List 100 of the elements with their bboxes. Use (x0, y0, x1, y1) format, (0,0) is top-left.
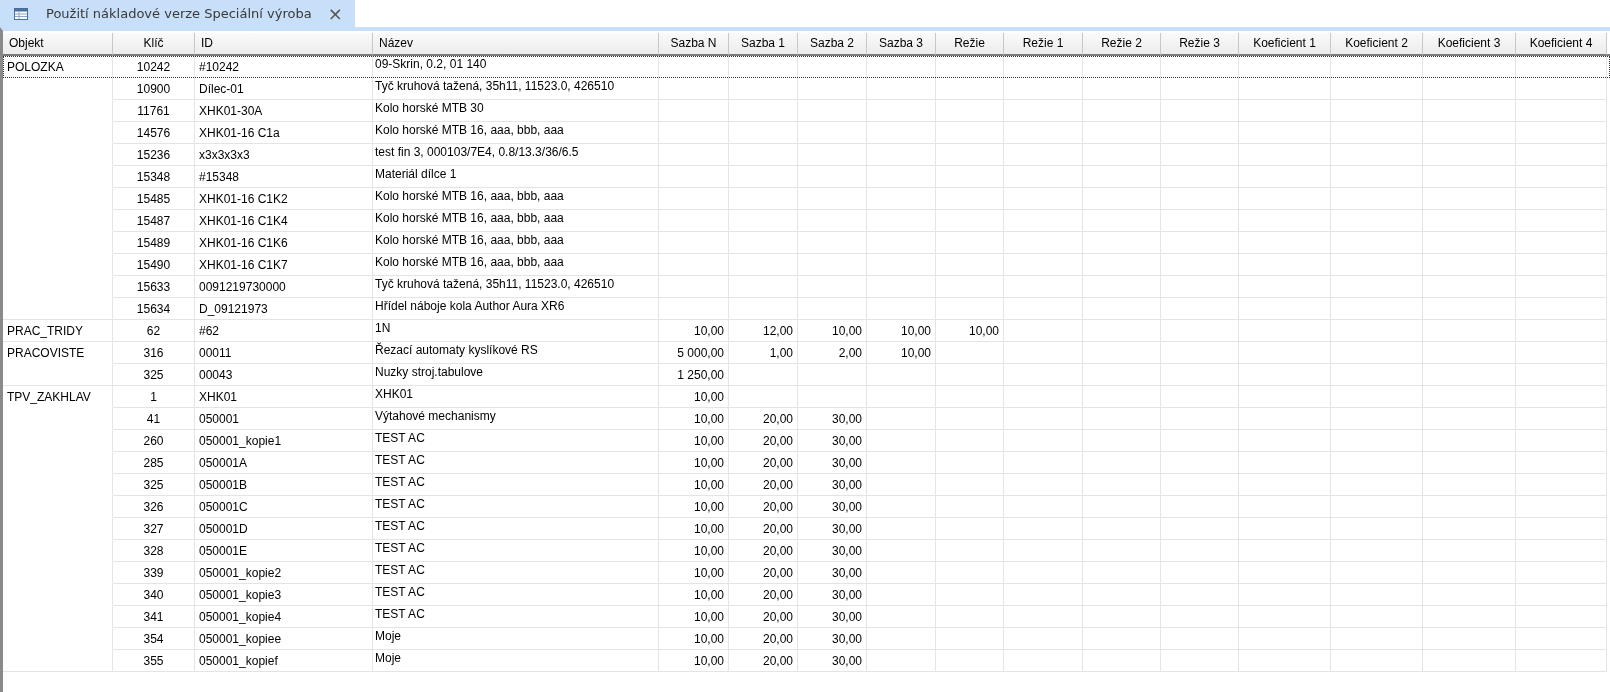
empty-cell (936, 584, 1004, 606)
empty-cell (936, 540, 1004, 562)
table-cell: 325 (113, 364, 195, 386)
table-cell: 316 (113, 342, 195, 364)
table-row[interactable]: 15485 XHK01-16 C1K2 Kolo horské MTB 16, aaa, bbb, aaa (3, 188, 1610, 210)
column-header[interactable]: Sazba 1 (729, 33, 798, 56)
empty-cell (936, 386, 1004, 408)
empty-cell (729, 386, 798, 408)
table-cell: 10,00 (659, 408, 729, 430)
column-header[interactable]: Koeficient 4 (1516, 33, 1607, 56)
table-row[interactable]: 15348 #15348 Materiál dílce 1 (3, 166, 1610, 188)
column-header[interactable]: Název (373, 33, 659, 56)
table-row[interactable]: 328 050001E TEST AC 10,00 20,00 30,00 (3, 540, 1610, 562)
column-header[interactable]: Koeficient 2 (1331, 33, 1423, 56)
table-cell: Kolo horské MTB 16, aaa, bbb, aaa (373, 188, 659, 210)
table-cell: XHK01 (373, 386, 659, 408)
table-row[interactable]: 15490 XHK01-16 C1K7 Kolo horské MTB 16, aaa, bbb, aaa (3, 254, 1610, 276)
table-cell: 285 (113, 452, 195, 474)
table-cell: 339 (113, 562, 195, 584)
table-cell: 050001 (195, 408, 373, 430)
column-header[interactable]: Režie 3 (1161, 33, 1239, 56)
table-cell: 20,00 (729, 474, 798, 496)
table-row[interactable]: TPV_ZAKHLAV 1 XHK01 XHK01 10,00 (3, 386, 1610, 408)
table-cell: 15236 (113, 144, 195, 166)
column-header[interactable]: Režie 1 (1004, 33, 1083, 56)
table-row[interactable]: 15489 XHK01-16 C1K6 Kolo horské MTB 16, aaa, bbb, aaa (3, 232, 1610, 254)
close-button[interactable]: × (325, 4, 345, 23)
table-cell: 09-Skrin, 0.2, 01 140 (373, 56, 659, 78)
empty-cell (936, 518, 1004, 540)
table-row[interactable]: 340 050001_kopie3 TEST AC 10,00 20,00 30,00 (3, 584, 1610, 606)
table-cell: 30,00 (798, 474, 867, 496)
table-row[interactable]: 339 050001_kopie2 TEST AC 10,00 20,00 30,00 (3, 562, 1610, 584)
table-row[interactable]: 325 00043 Nuzky stroj.tabulove 1 250,00 (3, 364, 1610, 386)
empty-cell (867, 232, 936, 254)
empty-cell (936, 496, 1004, 518)
table-row[interactable]: 260 050001_kopie1 TEST AC 10,00 20,00 30,00 (3, 430, 1610, 452)
table-row[interactable]: 354 050001_kopiee Moje 10,00 20,00 30,00 (3, 628, 1610, 650)
table-cell: 050001_kopie1 (195, 430, 373, 452)
table-row[interactable]: 325 050001B TEST AC 10,00 20,00 30,00 (3, 474, 1610, 496)
empty-cell (867, 496, 936, 518)
table-row[interactable]: 14576 XHK01-16 C1a Kolo horské MTB 16, aaa, bbb, aaa (3, 122, 1610, 144)
empty-cell (867, 254, 936, 276)
document-tab[interactable]: Použití nákladové verze Speciální výroba × (0, 0, 355, 27)
table-row[interactable]: 41 050001 Výtahové mechanismy 10,00 20,00 30,00 (3, 408, 1610, 430)
empty-cell (798, 364, 867, 386)
empty-cell (729, 210, 798, 232)
empty-cell (659, 276, 729, 298)
table-row[interactable]: 10900 Dílec-01 Tyč kruhová tažená, 35h11, 11523.0, 426510 (3, 78, 1610, 100)
empty-cell (936, 78, 1004, 100)
column-header[interactable]: ID (195, 33, 373, 56)
column-header[interactable]: Sazba 2 (798, 33, 867, 56)
table-row[interactable]: PRAC_TRIDY 62 #62 1N 10,00 12,00 10,00 10,00 10,00 (3, 320, 1610, 342)
table-cell: 327 (113, 518, 195, 540)
table-cell: 20,00 (729, 452, 798, 474)
table-row[interactable]: 326 050001C TEST AC 10,00 20,00 30,00 (3, 496, 1610, 518)
table-cell: 10242 (113, 56, 195, 78)
column-header[interactable]: Objekt (3, 33, 113, 56)
table-row[interactable]: 15634 D_09121973 Hřídel náboje kola Author Aura XR6 (3, 298, 1610, 320)
empty-cell (936, 408, 1004, 430)
table-cell: 050001_kopief (195, 650, 373, 672)
empty-cell (936, 342, 1004, 364)
table-row[interactable]: 15236 x3x3x3x3 test fin 3, 000103/7E4, 0.8/13.3/36/6.5 (3, 144, 1610, 166)
table-cell: 340 (113, 584, 195, 606)
table-row[interactable]: PRACOVISTE 316 00011 Řezací automaty kyslíkové RS 5 000,00 1,00 2,00 10,00 (3, 342, 1610, 364)
column-header[interactable]: Klíč (113, 33, 195, 56)
empty-cell (936, 166, 1004, 188)
empty-cell (867, 210, 936, 232)
empty-cell (867, 518, 936, 540)
table-cell: 10,00 (659, 650, 729, 672)
table-cell: 325 (113, 474, 195, 496)
empty-cell (936, 188, 1004, 210)
empty-cell (798, 386, 867, 408)
table-cell: 14576 (113, 122, 195, 144)
column-header[interactable]: Koeficient 3 (1423, 33, 1516, 56)
table-row[interactable]: 11761 XHK01-30A Kolo horské MTB 30 (3, 100, 1610, 122)
focused-row[interactable]: POLOZKA 10242 #10242 09-Skrin, 0.2, 01 140 (3, 56, 1610, 78)
table-cell: 050001E (195, 540, 373, 562)
table-row[interactable]: 341 050001_kopie4 TEST AC 10,00 20,00 30,00 (3, 606, 1610, 628)
empty-cell (798, 166, 867, 188)
table-cell: 1,00 (729, 342, 798, 364)
empty-cell (798, 232, 867, 254)
empty-cell (659, 254, 729, 276)
table-row[interactable]: 285 050001A TEST AC 10,00 20,00 30,00 (3, 452, 1610, 474)
column-header[interactable]: Sazba 3 (867, 33, 936, 56)
table-row[interactable]: 15633 0091219730000 Tyč kruhová tažená, 35h11, 11523.0, 426510 (3, 276, 1610, 298)
table-row[interactable]: 355 050001_kopief Moje 10,00 20,00 30,00 (3, 650, 1610, 672)
table-cell: 30,00 (798, 650, 867, 672)
table-row[interactable]: 15487 XHK01-16 C1K4 Kolo horské MTB 16, aaa, bbb, aaa (3, 210, 1610, 232)
table-cell: XHK01 (195, 386, 373, 408)
column-header[interactable]: Režie 2 (1083, 33, 1161, 56)
column-header[interactable]: Koeficient 1 (1239, 33, 1331, 56)
column-header[interactable]: Sazba N (659, 33, 729, 56)
empty-cell (936, 562, 1004, 584)
table-cell: 10,00 (659, 540, 729, 562)
table-cell: XHK01-16 C1K6 (195, 232, 373, 254)
column-header[interactable]: Režie (936, 33, 1004, 56)
table-cell: 15490 (113, 254, 195, 276)
table-cell: 328 (113, 540, 195, 562)
empty-cell (729, 232, 798, 254)
table-row[interactable]: 327 050001D TEST AC 10,00 20,00 30,00 (3, 518, 1610, 540)
